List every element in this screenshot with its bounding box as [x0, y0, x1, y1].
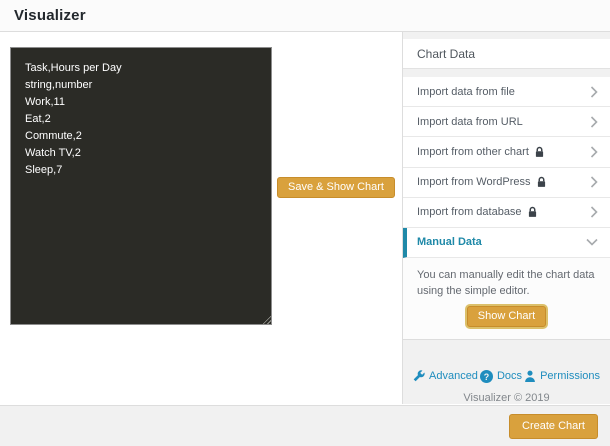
sidebar-item-manual-data[interactable]: Manual Data: [403, 228, 610, 258]
chart-data-header-label: Chart Data: [417, 47, 475, 61]
copyright-text: Visualizer © 2019: [411, 392, 602, 404]
save-show-chart-button[interactable]: Save & Show Chart: [277, 177, 395, 198]
lock-icon: [536, 176, 547, 188]
chevron-right-icon: [590, 86, 598, 98]
sidebar-item-label: Import from database: [417, 206, 522, 218]
page-header: Visualizer: [0, 0, 610, 32]
chevron-right-icon: [590, 176, 598, 188]
person-icon: [524, 370, 536, 382]
chart-data-sidebar: Chart Data Import data from file Import …: [403, 32, 610, 404]
help-icon: ?: [480, 370, 493, 383]
sidebar-item-label: Manual Data: [417, 236, 482, 248]
manual-data-description: You can manually edit the chart data usi…: [417, 267, 596, 299]
chevron-right-icon: [590, 146, 598, 158]
sidebar-item-label: Import from WordPress: [417, 176, 531, 188]
docs-link-label: Docs: [497, 370, 522, 382]
svg-text:?: ?: [484, 372, 489, 382]
sidebar-item-label: Import data from file: [417, 86, 515, 98]
sidebar-item-import-from-file[interactable]: Import data from file: [403, 77, 610, 107]
content-area: Task,Hours per Day string,number Work,11…: [0, 32, 610, 404]
chevron-right-icon: [590, 206, 598, 218]
csv-editor[interactable]: Task,Hours per Day string,number Work,11…: [10, 47, 272, 325]
chevron-right-icon: [590, 116, 598, 128]
wrench-icon: [413, 370, 425, 382]
manual-data-panel: You can manually edit the chart data usi…: [403, 258, 610, 340]
sidebar-item-import-from-url[interactable]: Import data from URL: [403, 107, 610, 137]
lock-icon: [534, 146, 545, 158]
docs-link[interactable]: ? Docs: [480, 370, 522, 383]
sidebar-item-import-from-database[interactable]: Import from database: [403, 198, 610, 228]
editor-panel: Task,Hours per Day string,number Work,11…: [0, 32, 403, 404]
chart-data-header: Chart Data: [403, 39, 610, 69]
lock-icon: [527, 206, 538, 218]
permissions-link-label: Permissions: [540, 370, 600, 382]
chevron-down-icon: [586, 238, 598, 246]
sidebar-item-label: Import from other chart: [417, 146, 529, 158]
sidebar-footer: Advanced ? Docs Permissions Visualizer ©…: [403, 340, 610, 404]
sidebar-item-label: Import data from URL: [417, 116, 523, 128]
create-chart-button[interactable]: Create Chart: [509, 414, 598, 439]
permissions-link[interactable]: Permissions: [524, 370, 600, 382]
sidebar-item-import-from-other-chart[interactable]: Import from other chart: [403, 137, 610, 167]
sidebar-item-import-from-wordpress[interactable]: Import from WordPress: [403, 168, 610, 198]
page-title: Visualizer: [14, 7, 86, 24]
advanced-link[interactable]: Advanced: [413, 370, 478, 382]
bottom-action-bar: Create Chart: [0, 405, 610, 446]
advanced-link-label: Advanced: [429, 370, 478, 382]
show-chart-button[interactable]: Show Chart: [467, 306, 546, 327]
